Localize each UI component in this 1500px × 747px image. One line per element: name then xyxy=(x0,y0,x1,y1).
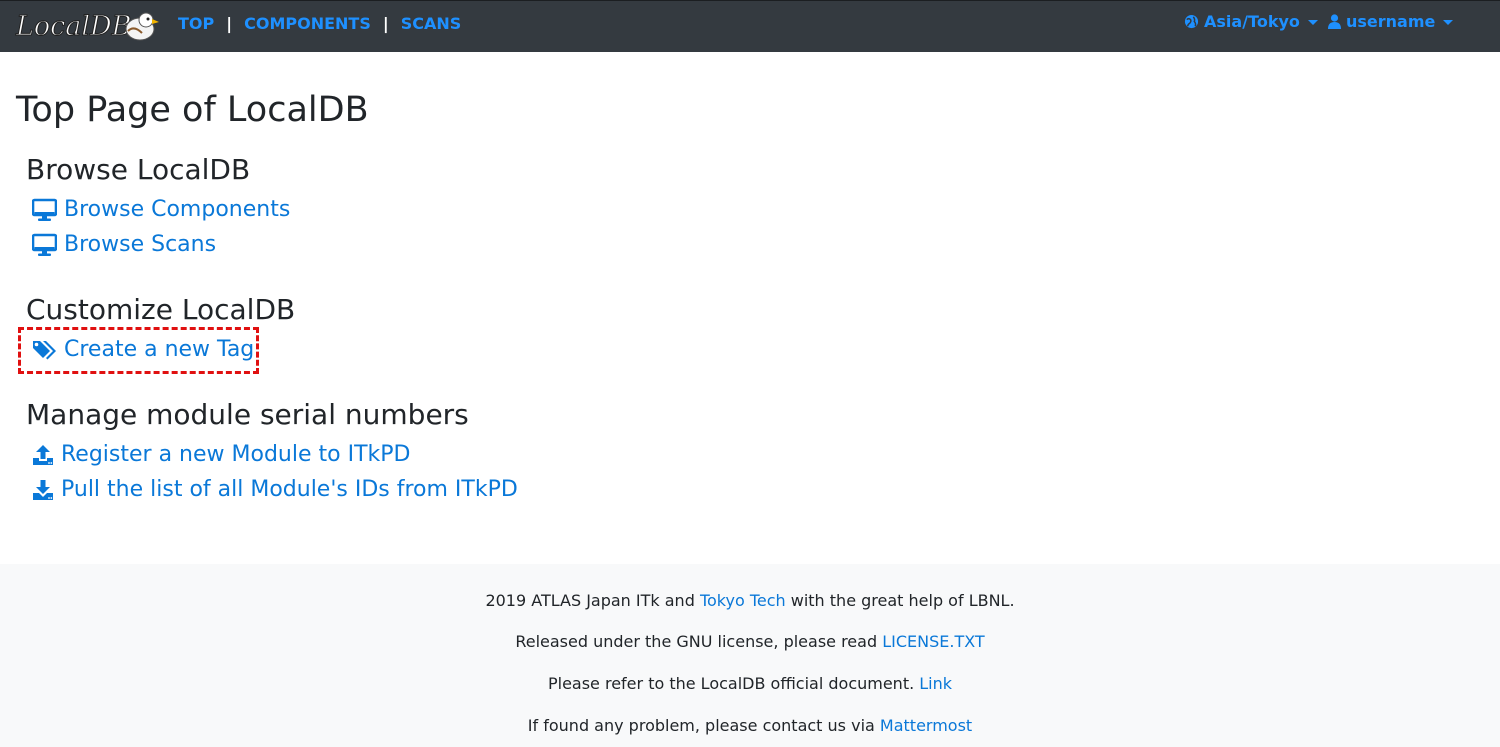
pull-module-ids-link[interactable]: Pull the list of all Module's IDs from I… xyxy=(32,477,518,502)
download-icon xyxy=(33,479,53,500)
chevron-down-icon xyxy=(1307,20,1318,25)
nav-top-link[interactable]: TOP xyxy=(178,14,214,33)
mattermost-link[interactable]: Mattermost xyxy=(880,716,972,735)
footer-license-text: Released under the GNU license, please r… xyxy=(515,632,883,651)
user-dropdown[interactable]: username xyxy=(1328,12,1454,31)
footer-docs-text: Please refer to the LocalDB official doc… xyxy=(547,674,920,693)
footer-contact: If found any problem, please contact us … xyxy=(0,716,1500,735)
user-icon xyxy=(1328,14,1341,29)
logo-text: LocalDB xyxy=(15,11,132,42)
chevron-down-icon xyxy=(1443,20,1454,25)
nav-separator: | xyxy=(226,14,233,33)
page-title: Top Page of LocalDB xyxy=(16,90,369,130)
section-title-customize: Customize LocalDB xyxy=(26,293,296,326)
browse-scans-label[interactable]: Browse Scans xyxy=(64,232,216,257)
footer-contact-text: If found any problem, please contact us … xyxy=(527,716,880,735)
timezone-label: Asia/Tokyo xyxy=(1204,12,1300,31)
username-label: username xyxy=(1346,12,1436,31)
main-nav: TOP | COMPONENTS | SCANS xyxy=(178,14,461,33)
browse-components-link[interactable]: Browse Components xyxy=(32,197,290,222)
nav-separator: | xyxy=(382,14,389,33)
browse-scans-link[interactable]: Browse Scans xyxy=(32,232,216,257)
top-navbar: LocalDB TOP | COMPONENTS | SCANS Asia/To… xyxy=(0,0,1500,52)
footer-docs: Please refer to the LocalDB official doc… xyxy=(0,674,1500,693)
tokyo-tech-link[interactable]: Tokyo Tech xyxy=(700,591,786,610)
nav-components-link[interactable]: COMPONENTS xyxy=(244,14,371,33)
section-title-browse: Browse LocalDB xyxy=(26,153,251,186)
upload-icon xyxy=(33,444,53,465)
create-tag-label[interactable]: Create a new Tag xyxy=(64,337,254,362)
footer-credits-text: 2019 ATLAS Japan ITk and xyxy=(485,591,700,610)
pull-module-ids-label[interactable]: Pull the list of all Module's IDs from I… xyxy=(61,477,518,502)
browse-components-label[interactable]: Browse Components xyxy=(64,197,290,222)
license-link[interactable]: LICENSE.TXT xyxy=(882,632,984,651)
footer-credits-text-end: with the great help of LBNL. xyxy=(785,591,1015,610)
desktop-icon xyxy=(32,233,57,256)
create-tag-link[interactable]: Create a new Tag xyxy=(32,337,254,362)
timezone-dropdown[interactable]: Asia/Tokyo xyxy=(1184,12,1318,31)
docs-link[interactable]: Link xyxy=(919,674,952,693)
footer-license: Released under the GNU license, please r… xyxy=(0,632,1500,651)
desktop-icon xyxy=(32,198,57,221)
footer: 2019 ATLAS Japan ITk and Tokyo Tech with… xyxy=(0,564,1500,747)
localdb-logo[interactable]: LocalDB xyxy=(14,7,160,43)
globe-icon xyxy=(1184,14,1199,29)
section-title-manage: Manage module serial numbers xyxy=(26,398,469,431)
nav-scans-link[interactable]: SCANS xyxy=(401,14,462,33)
register-module-link[interactable]: Register a new Module to ITkPD xyxy=(32,442,410,467)
tags-icon xyxy=(33,340,56,359)
register-module-label[interactable]: Register a new Module to ITkPD xyxy=(61,442,410,467)
footer-credits: 2019 ATLAS Japan ITk and Tokyo Tech with… xyxy=(0,591,1500,610)
